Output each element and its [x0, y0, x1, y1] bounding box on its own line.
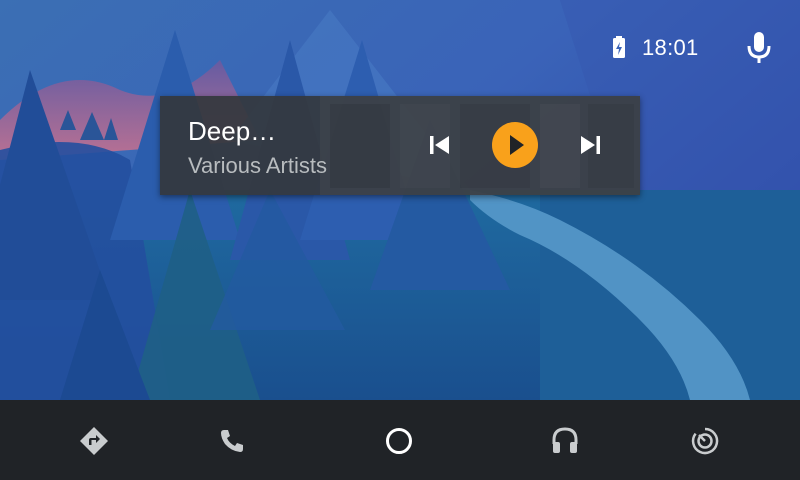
- headphones-icon: [552, 427, 578, 453]
- next-track-button[interactable]: [574, 128, 608, 162]
- home-circle-icon: [386, 428, 412, 454]
- nav-phone-button[interactable]: [209, 418, 255, 464]
- skip-next-icon: [581, 136, 600, 154]
- skip-previous-icon: [430, 136, 449, 154]
- nav-overview-button[interactable]: [682, 418, 728, 464]
- track-artist: Various Artists: [188, 153, 327, 178]
- media-card[interactable]: Deep… Various Artists: [160, 96, 640, 195]
- battery-charging-icon: [609, 36, 629, 60]
- overview-dial-icon: [691, 427, 719, 455]
- phone-icon: [221, 430, 243, 452]
- clock: 18:01: [642, 35, 699, 60]
- status-bar: 18:01: [0, 0, 800, 96]
- nav-navigation-button[interactable]: [71, 418, 117, 464]
- nav-music-button[interactable]: [542, 418, 588, 464]
- track-title: Deep…: [188, 116, 277, 146]
- nav-home-button[interactable]: [376, 418, 422, 464]
- directions-icon: [80, 427, 108, 455]
- play-button[interactable]: [492, 122, 538, 168]
- microphone-icon[interactable]: [744, 30, 774, 66]
- play-icon: [510, 135, 524, 155]
- nav-bar: [0, 400, 800, 480]
- previous-track-button[interactable]: [422, 128, 456, 162]
